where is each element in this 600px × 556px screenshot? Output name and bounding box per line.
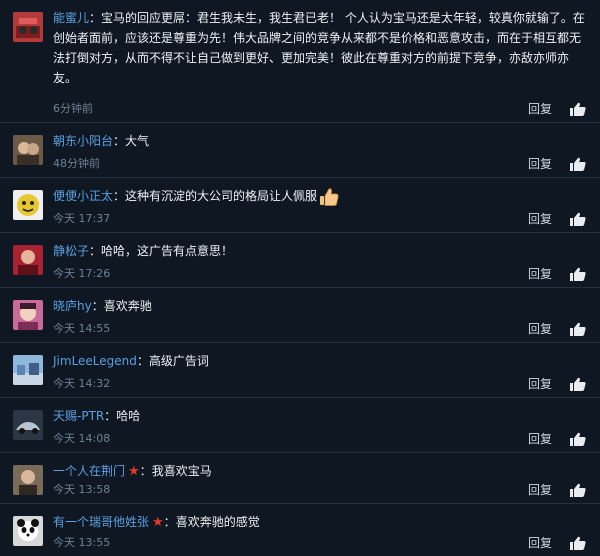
avatar[interactable]	[13, 12, 43, 42]
comment-line: 朝东小阳台：大气	[53, 131, 586, 151]
star-badge-icon: ★	[152, 515, 164, 530]
comment-item: 晓庐hy：喜欢奔驰 今天 14:55 回复	[0, 288, 600, 343]
comment-item: 有一个瑞哥他姓张 ★：喜欢奔驰的感觉 今天 13:55 回复	[0, 504, 600, 556]
username[interactable]: 有一个瑞哥他姓张	[53, 515, 149, 529]
thumbs-up-icon[interactable]	[570, 212, 586, 226]
comment-item: 便便小正太：这种有沉淀的大公司的格局让人佩服 今天 17:37 回复	[0, 178, 600, 233]
comment-line: 便便小正太：这种有沉淀的大公司的格局让人佩服	[53, 186, 586, 206]
username[interactable]: 一个人在荆门	[53, 464, 125, 478]
comment-item: 一个人在荆门 ★：我喜欢宝马 今天 13:58 回复	[0, 453, 600, 504]
avatar[interactable]	[13, 410, 43, 440]
comment-line: 天赐-PTR：哈哈	[53, 406, 586, 426]
comment-line: 有一个瑞哥他姓张 ★：喜欢奔驰的感觉	[53, 512, 586, 533]
reply-button[interactable]: 回复	[528, 320, 552, 337]
separator: ：	[89, 244, 102, 258]
separator: ：	[139, 464, 152, 478]
username[interactable]: 晓庐hy	[53, 299, 92, 313]
reply-button[interactable]: 回复	[528, 210, 552, 227]
comment-text: 哈哈	[116, 409, 141, 423]
timestamp: 今天 17:37	[53, 212, 111, 225]
timestamp: 6分钟前	[53, 102, 93, 115]
timestamp: 今天 13:58	[53, 483, 111, 496]
avatar[interactable]	[13, 516, 43, 546]
thumbs-up-icon[interactable]	[570, 267, 586, 281]
comment-line: JimLeeLegend：高级广告词	[53, 351, 586, 371]
comment-text: 高级广告词	[148, 354, 209, 368]
username[interactable]: 天赐-PTR	[53, 409, 104, 423]
thumbs-up-icon[interactable]	[570, 432, 586, 446]
comment-line: 能蜜儿：宝马的回应更屌：君生我未生，我生君已老！ 个人认为宝马还是太年轻，较真你…	[53, 8, 586, 88]
avatar[interactable]	[13, 355, 43, 385]
comment-text: 我喜欢宝马	[151, 464, 212, 478]
comment-line: 一个人在荆门 ★：我喜欢宝马	[53, 461, 586, 482]
reply-button[interactable]: 回复	[528, 375, 552, 392]
comment-list: 能蜜儿：宝马的回应更屌：君生我未生，我生君已老！ 个人认为宝马还是太年轻，较真你…	[0, 0, 600, 556]
reply-button[interactable]: 回复	[528, 481, 552, 498]
reply-button[interactable]: 回复	[528, 155, 552, 172]
avatar[interactable]	[13, 135, 43, 165]
reply-button[interactable]: 回复	[528, 534, 552, 551]
username[interactable]: 便便小正太	[53, 189, 113, 203]
comment-item: 静松子：哈哈，这广告有点意思！ 今天 17:26 回复	[0, 233, 600, 288]
separator: ：	[104, 409, 117, 423]
comment-line: 静松子：哈哈，这广告有点意思！	[53, 241, 586, 261]
timestamp: 今天 13:55	[53, 536, 111, 549]
timestamp: 今天 14:08	[53, 432, 111, 445]
comment-text: 喜欢奔驰	[103, 299, 152, 313]
separator: ：	[89, 11, 102, 25]
comment-text: 大气	[125, 134, 150, 148]
timestamp: 48分钟前	[53, 157, 100, 170]
separator: ：	[163, 515, 176, 529]
username[interactable]: 能蜜儿	[53, 11, 89, 25]
username[interactable]: 朝东小阳台	[53, 134, 113, 148]
comment-text: 这种有沉淀的大公司的格局让人佩服	[125, 189, 318, 203]
reply-button[interactable]: 回复	[528, 265, 552, 282]
username[interactable]: JimLeeLegend	[53, 354, 137, 368]
timestamp: 今天 14:55	[53, 322, 111, 335]
separator: ：	[113, 134, 126, 148]
thumbs-up-icon[interactable]	[570, 322, 586, 336]
comment-item: JimLeeLegend：高级广告词 今天 14:32 回复	[0, 343, 600, 398]
timestamp: 今天 14:32	[53, 377, 111, 390]
thumbs-up-emoji-icon	[320, 187, 339, 206]
comment-text: 哈哈，这广告有点意思！	[101, 244, 234, 258]
thumbs-up-icon[interactable]	[570, 157, 586, 171]
thumbs-up-icon[interactable]	[570, 536, 586, 550]
reply-button[interactable]: 回复	[528, 430, 552, 447]
comment-item: 能蜜儿：宝马的回应更屌：君生我未生，我生君已老！ 个人认为宝马还是太年轻，较真你…	[0, 0, 600, 123]
separator: ：	[136, 354, 149, 368]
separator: ：	[113, 189, 126, 203]
comment-item: 天赐-PTR：哈哈 今天 14:08 回复	[0, 398, 600, 453]
thumbs-up-icon[interactable]	[570, 377, 586, 391]
reply-button[interactable]: 回复	[528, 100, 552, 117]
username[interactable]: 静松子	[53, 244, 89, 258]
avatar[interactable]	[13, 300, 43, 330]
thumbs-up-icon[interactable]	[570, 483, 586, 497]
comment-item: 朝东小阳台：大气 48分钟前 回复	[0, 123, 600, 178]
star-badge-icon: ★	[128, 464, 140, 479]
thumbs-up-icon[interactable]	[570, 102, 586, 116]
comment-text: 宝马的回应更屌：君生我未生，我生君已老！ 个人认为宝马还是太年轻，较真你就输了。…	[53, 11, 585, 85]
avatar[interactable]	[13, 245, 43, 275]
comment-text: 喜欢奔驰的感觉	[175, 515, 260, 529]
avatar[interactable]	[13, 465, 43, 495]
avatar[interactable]	[13, 190, 43, 220]
separator: ：	[91, 299, 104, 313]
comment-line: 晓庐hy：喜欢奔驰	[53, 296, 586, 316]
timestamp: 今天 17:26	[53, 267, 111, 280]
